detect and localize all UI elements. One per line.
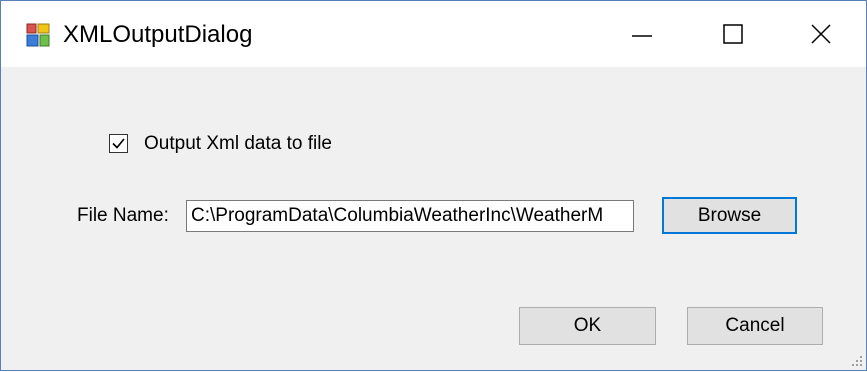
- file-name-input[interactable]: [186, 200, 634, 232]
- resize-grip-icon[interactable]: [849, 353, 863, 367]
- xml-output-dialog: XMLOutputDialog Output Xml data to file …: [0, 0, 867, 371]
- output-xml-checkbox[interactable]: [109, 134, 128, 153]
- minimize-button[interactable]: [596, 1, 687, 67]
- app-window-icon: [26, 23, 50, 47]
- file-name-label: File Name:: [77, 205, 169, 226]
- close-icon: [811, 24, 831, 44]
- title-bar[interactable]: XMLOutputDialog: [1, 1, 866, 67]
- cancel-button[interactable]: Cancel: [687, 307, 823, 345]
- window-title: XMLOutputDialog: [63, 21, 253, 48]
- maximize-button[interactable]: [687, 1, 778, 67]
- minimize-icon: [632, 35, 652, 37]
- browse-button[interactable]: Browse: [662, 197, 797, 234]
- ok-button[interactable]: OK: [519, 307, 656, 345]
- checkmark-icon: [112, 138, 125, 149]
- maximize-icon: [723, 24, 743, 44]
- output-xml-checkbox-label: Output Xml data to file: [144, 133, 332, 154]
- close-button[interactable]: [778, 1, 866, 67]
